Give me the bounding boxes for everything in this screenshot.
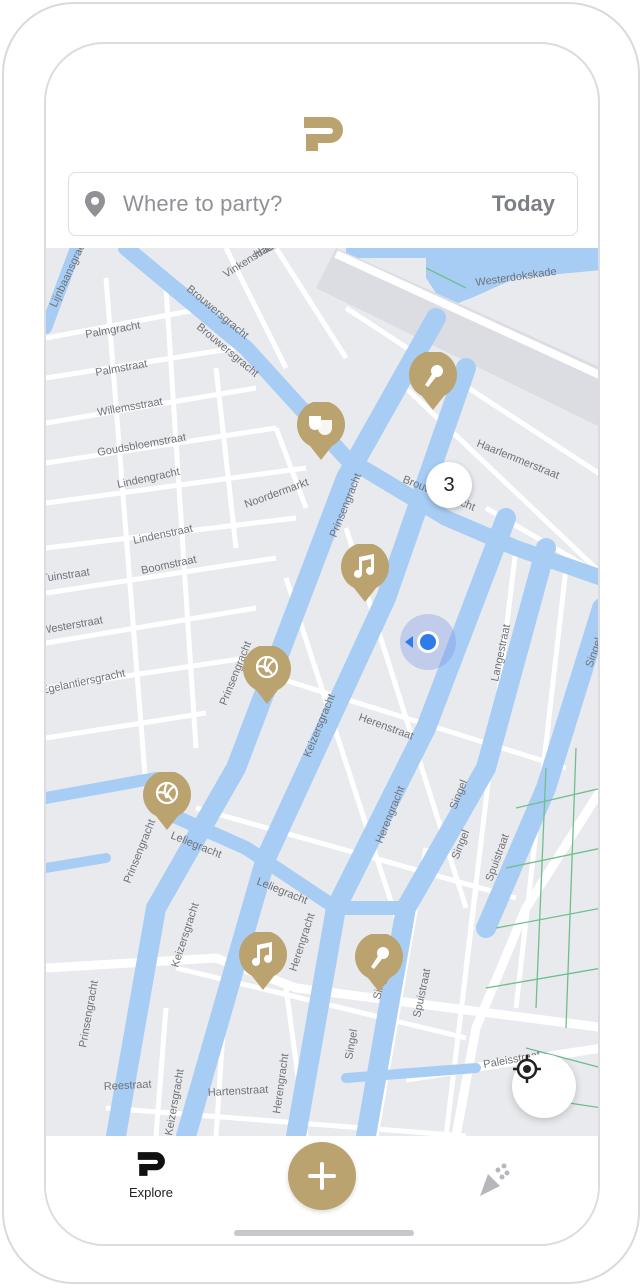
add-event-button[interactable] — [288, 1142, 356, 1210]
crosshair-icon — [513, 1055, 541, 1083]
locate-me-button[interactable] — [512, 1054, 576, 1118]
user-location-dot — [417, 631, 439, 653]
event-marker-sports[interactable] — [142, 772, 192, 830]
map-canvas[interactable]: Lijnbaansgracht Palmgracht Palmstraat Wi… — [46, 248, 600, 1136]
brand-logo — [304, 117, 343, 151]
event-marker-mic[interactable] — [354, 934, 404, 992]
event-marker-sports[interactable] — [242, 646, 292, 704]
search-input[interactable]: Where to party? — [123, 191, 492, 217]
party-popper-icon[interactable] — [474, 1160, 514, 1200]
location-pin-icon — [85, 191, 105, 217]
event-marker-music[interactable] — [340, 544, 390, 602]
tab-bar: Explore — [46, 1136, 598, 1244]
event-cluster[interactable]: 3 — [426, 462, 472, 508]
map-view[interactable]: Lijnbaansgracht Palmgracht Palmstraat Wi… — [46, 248, 600, 1136]
event-marker-mic[interactable] — [408, 352, 458, 410]
plus-icon — [308, 1162, 336, 1190]
explore-logo-icon — [137, 1152, 165, 1176]
user-location — [400, 614, 456, 670]
app-screen: Where to party? Today Lijnbaansgracht Pa… — [44, 42, 600, 1246]
home-indicator — [234, 1230, 414, 1236]
svg-text:Reestraat: Reestraat — [104, 1079, 152, 1093]
tab-explore-label: Explore — [128, 1185, 174, 1200]
event-marker-music[interactable] — [238, 932, 288, 990]
search-bar[interactable]: Where to party? Today — [68, 172, 578, 236]
heading-arrow-icon — [405, 636, 413, 648]
date-filter-button[interactable]: Today — [492, 191, 555, 217]
event-marker-theater[interactable] — [296, 402, 346, 460]
tab-explore[interactable]: Explore — [114, 1150, 188, 1210]
